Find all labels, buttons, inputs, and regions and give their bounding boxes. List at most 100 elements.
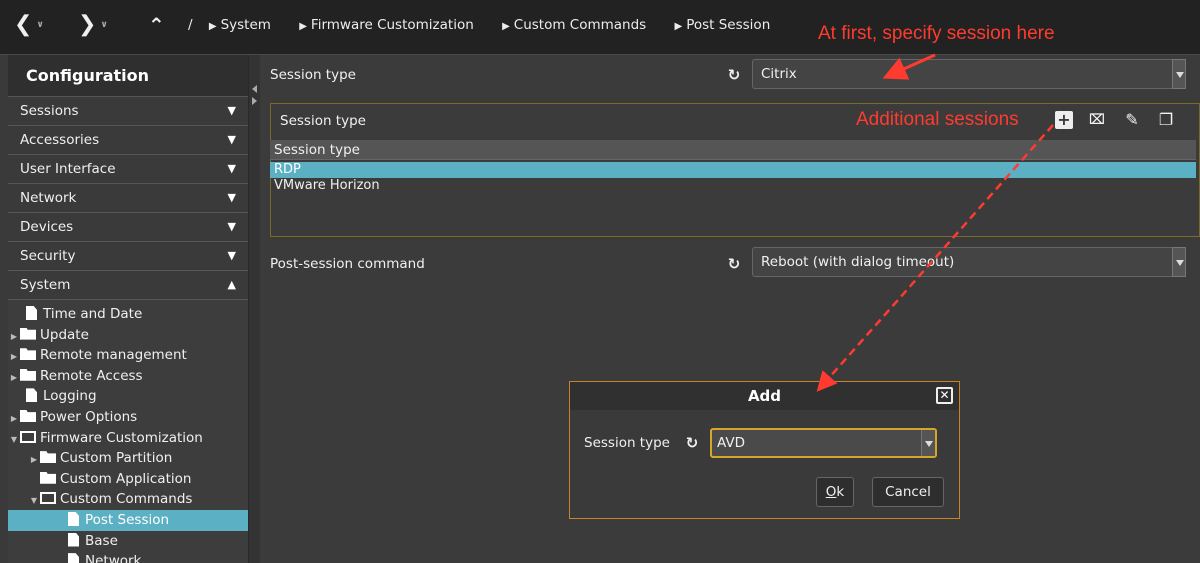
chevron-left-icon: ❮ bbox=[14, 12, 33, 37]
folder-icon bbox=[40, 451, 56, 464]
tree-item-custom-application[interactable]: Custom Application bbox=[8, 469, 248, 490]
reset-icon[interactable]: ↻ bbox=[726, 67, 742, 83]
sidebar-item-system[interactable]: System ▲ bbox=[8, 271, 248, 300]
table-row[interactable]: VMware Horizon bbox=[270, 178, 1196, 194]
triangle-right-icon: ▶ bbox=[502, 21, 510, 32]
collapse-arrow-icon[interactable]: ▼ bbox=[28, 491, 40, 511]
table-row[interactable]: RDP bbox=[270, 162, 1196, 178]
folder-icon bbox=[20, 368, 36, 381]
collapse-arrow-icon[interactable]: ▼ bbox=[8, 430, 20, 450]
expand-arrow-icon[interactable]: ▶ bbox=[8, 327, 20, 347]
system-tree: Time and Date ▶ Update ▶ Remote management… bbox=[8, 300, 248, 563]
copy-icon[interactable]: ❐ bbox=[1157, 111, 1175, 129]
caret-down-icon: ▼ bbox=[227, 220, 236, 233]
tree-item-custom-commands[interactable]: ▼ Custom Commands bbox=[8, 489, 248, 510]
back-button[interactable]: ❮ ∨ bbox=[14, 12, 44, 40]
sidebar-splitter[interactable] bbox=[248, 55, 260, 563]
tree-item-firmware-customization[interactable]: ▼ Firmware Customization bbox=[8, 428, 248, 449]
breadcrumb-item-system[interactable]: ▶ System bbox=[209, 17, 283, 33]
delete-icon[interactable]: ⌧ bbox=[1088, 111, 1106, 129]
app-window: ❮ ∨ ❯ ∨ ⌃ / ▶ System ▶ Firmware Customizatio… bbox=[0, 0, 1200, 563]
tree-item-post-session[interactable]: Post Session bbox=[8, 509, 248, 531]
dialog-title: Add bbox=[747, 387, 782, 405]
expand-right-icon[interactable] bbox=[252, 97, 257, 105]
tree-item-network[interactable]: Network bbox=[8, 551, 248, 563]
cancel-button[interactable]: Cancel bbox=[872, 477, 944, 507]
dropdown-arrow-icon: ∨ bbox=[36, 20, 44, 30]
add-dialog: Add ✕ Session type ↻ AVD Ok Cancel bbox=[569, 381, 960, 519]
tree-item-power-options[interactable]: ▶ Power Options bbox=[8, 407, 248, 428]
triangle-right-icon: ▶ bbox=[208, 21, 217, 32]
sidebar-item-user-interface[interactable]: User Interface ▼ bbox=[8, 155, 248, 184]
dropdown-arrow-icon[interactable] bbox=[921, 430, 935, 456]
annotation-additional-sessions: Additional sessions bbox=[856, 109, 1019, 130]
folder-open-icon bbox=[20, 430, 36, 443]
dialog-field-label: Session type bbox=[584, 435, 670, 451]
file-icon bbox=[26, 388, 37, 403]
add-icon[interactable]: + bbox=[1055, 111, 1073, 129]
triangle-right-icon: ▶ bbox=[674, 21, 683, 32]
sidebar-item-accessories[interactable]: Accessories ▼ bbox=[8, 126, 248, 155]
dropdown-arrow-icon[interactable] bbox=[1172, 59, 1186, 89]
chevron-right-icon: ❯ bbox=[78, 12, 97, 37]
dialog-body: Session type ↻ AVD Ok Cancel bbox=[570, 410, 959, 518]
folder-icon bbox=[20, 348, 36, 361]
sidebar-item-network[interactable]: Network ▼ bbox=[8, 184, 248, 213]
dialog-title-bar: Add ✕ bbox=[570, 382, 959, 410]
caret-down-icon: ▼ bbox=[227, 249, 236, 262]
session-type-select[interactable]: Citrix bbox=[752, 59, 1186, 89]
sidebar: Configuration Sessions ▼ Accessories ▼ Use… bbox=[8, 55, 248, 563]
chevron-up-icon: ⌃ bbox=[148, 13, 165, 37]
forward-button[interactable]: ❯ ∨ bbox=[78, 12, 108, 40]
tree-item-time-and-date[interactable]: Time and Date bbox=[8, 304, 248, 325]
session-type-label: Session type bbox=[270, 67, 356, 83]
caret-down-icon: ▼ bbox=[227, 162, 236, 175]
expand-arrow-icon[interactable]: ▶ bbox=[28, 450, 40, 470]
file-icon bbox=[68, 511, 79, 526]
expand-arrow-icon[interactable]: ▶ bbox=[8, 368, 20, 388]
reset-icon[interactable]: ↻ bbox=[726, 256, 742, 272]
close-icon[interactable]: ✕ bbox=[936, 387, 953, 404]
folder-icon bbox=[20, 327, 36, 340]
sidebar-item-devices[interactable]: Devices ▼ bbox=[8, 213, 248, 242]
annotation-specify-session: At first, specify session here bbox=[818, 23, 1055, 44]
collapse-left-icon[interactable] bbox=[252, 85, 257, 93]
folder-open-icon bbox=[40, 492, 56, 505]
folder-icon bbox=[20, 409, 36, 422]
tree-item-remote-access[interactable]: ▶ Remote Access bbox=[8, 366, 248, 387]
dropdown-arrow-icon[interactable] bbox=[1172, 247, 1186, 277]
breadcrumb: / ▶ System ▶ Firmware Customization ▶ Custo… bbox=[188, 17, 794, 33]
file-icon bbox=[68, 532, 79, 547]
ok-button[interactable]: Ok bbox=[816, 477, 854, 507]
tree-item-base[interactable]: Base bbox=[8, 531, 248, 552]
caret-down-icon: ▼ bbox=[227, 191, 236, 204]
tree-item-update[interactable]: ▶ Update bbox=[8, 325, 248, 346]
post-session-select[interactable]: Reboot (with dialog timeout) bbox=[752, 247, 1186, 277]
breadcrumb-item-custom-commands[interactable]: ▶ Custom Commands bbox=[502, 17, 658, 33]
triangle-right-icon: ▶ bbox=[299, 21, 307, 32]
breadcrumb-item-post-session[interactable]: ▶ Post Session bbox=[675, 17, 783, 33]
group-title: Session type bbox=[280, 113, 366, 129]
file-icon bbox=[68, 553, 79, 563]
caret-down-icon: ▼ bbox=[227, 133, 236, 146]
sidebar-item-security[interactable]: Security ▼ bbox=[8, 242, 248, 271]
tree-item-remote-management[interactable]: ▶ Remote management bbox=[8, 345, 248, 366]
file-icon bbox=[26, 306, 37, 320]
tree-item-custom-partition[interactable]: ▶ Custom Partition bbox=[8, 448, 248, 469]
table-header[interactable]: Session type bbox=[270, 140, 1196, 160]
breadcrumb-item-firmware-customization[interactable]: ▶ Firmware Customization bbox=[299, 17, 486, 33]
dialog-session-type-select[interactable]: AVD bbox=[710, 428, 937, 458]
caret-up-icon: ▲ bbox=[227, 278, 236, 291]
sidebar-item-sessions[interactable]: Sessions ▼ bbox=[8, 97, 248, 126]
tree-item-logging[interactable]: Logging bbox=[8, 386, 248, 407]
reset-icon[interactable]: ↻ bbox=[684, 435, 700, 451]
up-button[interactable]: ⌃ bbox=[148, 12, 165, 40]
breadcrumb-root: / bbox=[188, 17, 193, 33]
expand-arrow-icon[interactable]: ▶ bbox=[8, 347, 20, 367]
sidebar-title: Configuration bbox=[8, 55, 248, 97]
dropdown-arrow-icon: ∨ bbox=[100, 20, 108, 30]
caret-down-icon: ▼ bbox=[227, 104, 236, 117]
edit-icon[interactable]: ✎ bbox=[1123, 111, 1141, 129]
expand-arrow-icon[interactable]: ▶ bbox=[8, 409, 20, 429]
post-session-label: Post-session command bbox=[270, 256, 425, 272]
